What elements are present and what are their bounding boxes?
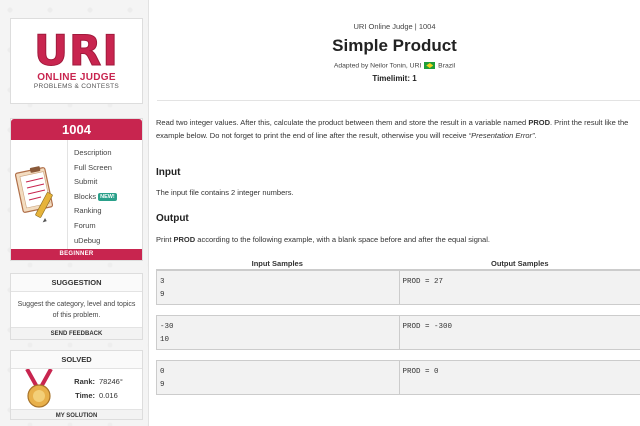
rank-row: Rank: 78246° xyxy=(67,375,142,389)
output-text-prefix: Print xyxy=(156,235,174,244)
rank-label: Rank: xyxy=(74,377,95,386)
brazil-flag-icon xyxy=(424,62,436,69)
sample-row: 0 9 PROD = 0 xyxy=(156,360,640,395)
suggestion-text: Suggest the category, level and topics o… xyxy=(17,301,136,319)
rank-value: 78246° xyxy=(99,377,123,386)
logo-tagline: PROBLEMS & CONTESTS xyxy=(33,83,120,90)
divider xyxy=(157,100,640,101)
sample-row: 3 9 PROD = 27 xyxy=(156,270,640,305)
time-value: 0.016 xyxy=(99,391,118,400)
problem-card: 1004 Description Full Screen Submit Bloc… xyxy=(10,118,143,261)
new-badge: NEW! xyxy=(98,192,117,201)
timelimit: Timelimit: 1 xyxy=(372,74,417,83)
menu-description[interactable]: Description xyxy=(74,146,142,161)
sample-input[interactable]: -30 10 xyxy=(157,316,399,349)
output-text: Print PROD according to the following ex… xyxy=(156,235,490,244)
suggestion-title: SUGGESTION xyxy=(11,274,142,292)
output-samples-header: Output Samples xyxy=(490,259,549,268)
sample-input[interactable]: 0 9 xyxy=(157,361,399,394)
page-title: Simple Product xyxy=(332,36,457,55)
description-text: Read two integer values. After this, cal… xyxy=(156,118,529,127)
variable-name: PROD xyxy=(528,118,550,127)
sample-output[interactable]: PROD = -300 xyxy=(398,316,640,349)
menu-blocks[interactable]: Blocks NEW! xyxy=(74,190,142,205)
menu-submit[interactable]: Submit xyxy=(74,175,142,190)
breadcrumb: URI Online Judge | 1004 xyxy=(353,22,436,31)
sample-output[interactable]: PROD = 27 xyxy=(398,271,640,304)
adapted-country: Brazil xyxy=(438,62,456,70)
solved-title: SOLVED xyxy=(11,351,142,369)
menu-forum[interactable]: Forum xyxy=(74,219,142,234)
problem-content: URI Online Judge | 1004 Simple Product A… xyxy=(148,0,640,426)
problem-menu: Description Full Screen Submit Blocks NEW… xyxy=(67,140,142,249)
time-label: Time: xyxy=(75,391,95,400)
send-feedback-button[interactable]: SEND FEEDBACK xyxy=(11,327,142,339)
problem-description: Read two integer values. After this, cal… xyxy=(156,117,640,142)
menu-ranking[interactable]: Ranking xyxy=(74,204,142,219)
time-row: Time: 0.016 xyxy=(67,389,142,403)
adapted-by: Adapted by Neilor Tonin, URI Brazil xyxy=(149,62,640,69)
medal-icon xyxy=(11,368,67,409)
sample-row: -30 10 PROD = -300 xyxy=(156,315,640,350)
adapted-author: Adapted by Neilor Tonin, URI xyxy=(333,62,422,70)
sample-input[interactable]: 3 9 xyxy=(157,271,399,304)
input-samples-header: Input Samples xyxy=(251,259,303,268)
logo-wordmark: URI xyxy=(33,26,120,75)
presentation-error-text: “Presentation Error” xyxy=(468,130,535,140)
solved-card: SOLVED Rank: 78246° Time: 0.016 MY SOLUTIO… xyxy=(10,350,143,420)
input-heading: Input xyxy=(156,167,181,178)
menu-blocks-label: Blocks xyxy=(74,191,97,201)
input-text: The input file contains 2 integer number… xyxy=(156,188,294,197)
output-text-suffix: according to the following example, with… xyxy=(195,235,490,244)
menu-full-screen[interactable]: Full Screen xyxy=(74,161,142,176)
output-variable: PROD xyxy=(173,235,196,244)
menu-udebug[interactable]: uDebug xyxy=(74,234,142,249)
suggestion-card: SUGGESTION Suggest the category, level a… xyxy=(10,273,143,340)
samples-header: Input Samples Output Samples xyxy=(156,257,640,270)
description-text-3: . xyxy=(534,130,537,140)
sample-output[interactable]: PROD = 0 xyxy=(398,361,640,394)
samples-table: Input Samples Output Samples 3 9 PROD = … xyxy=(156,257,640,395)
level-badge: BEGINNER xyxy=(11,249,142,260)
problem-number: 1004 xyxy=(11,119,142,140)
clipboard-icon xyxy=(11,140,67,249)
my-solution-button[interactable]: MY SOLUTION xyxy=(11,409,142,419)
output-heading: Output xyxy=(156,213,189,224)
sidebar: URI ONLINE JUDGE PROBLEMS & CONTESTS 100… xyxy=(10,18,143,420)
logo-subtitle: ONLINE JUDGE xyxy=(37,72,116,83)
uri-logo[interactable]: URI ONLINE JUDGE PROBLEMS & CONTESTS xyxy=(10,18,143,104)
